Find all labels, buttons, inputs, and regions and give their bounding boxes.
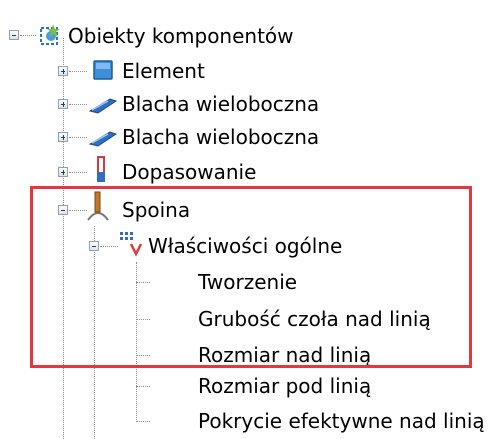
polygon-plate-icon bbox=[88, 131, 118, 147]
tree-item-label: Blacha wieloboczna bbox=[122, 92, 320, 116]
tree-connector bbox=[69, 71, 87, 72]
expand-toggle-fitting[interactable] bbox=[58, 167, 68, 177]
tree-connector bbox=[69, 172, 87, 173]
tree-connector bbox=[69, 104, 87, 105]
tree-connector bbox=[136, 421, 150, 422]
tree-connector bbox=[20, 35, 36, 36]
tree-connector bbox=[69, 137, 87, 138]
component-objects-icon bbox=[40, 24, 60, 45]
tree-item-polygon-plate[interactable]: Blacha wieloboczna bbox=[122, 92, 319, 116]
expand-toggle-element[interactable] bbox=[58, 66, 68, 76]
tree-item-label: Dopasowanie bbox=[122, 160, 257, 184]
expand-toggle-polygon-plate[interactable] bbox=[58, 99, 68, 109]
tree-item-element[interactable]: Element bbox=[122, 59, 205, 83]
tree-item-root[interactable]: Obiekty komponentów bbox=[68, 24, 294, 48]
property-rozmiar-pod-linia[interactable]: Rozmiar pod linią bbox=[198, 374, 371, 398]
tree-item-label: Element bbox=[122, 59, 205, 83]
fitting-icon bbox=[97, 156, 105, 182]
polygon-plate-icon bbox=[88, 98, 118, 114]
component-object-tree: Obiekty komponentów Element Blacha wielo… bbox=[0, 0, 500, 439]
tree-connector bbox=[136, 386, 150, 387]
collapse-toggle-root[interactable] bbox=[9, 30, 19, 40]
element-icon bbox=[93, 60, 113, 80]
highlight-frame bbox=[30, 186, 472, 368]
property-pokrycie-efektywne-nad-linia[interactable]: Pokrycie efektywne nad linią bbox=[198, 409, 485, 433]
tree-item-label: Obiekty komponentów bbox=[68, 24, 294, 48]
tree-item-fitting[interactable]: Dopasowanie bbox=[122, 160, 256, 184]
expand-toggle-polygon-plate[interactable] bbox=[58, 132, 68, 142]
property-label: Rozmiar pod linią bbox=[198, 374, 372, 398]
property-label: Pokrycie efektywne nad linią bbox=[198, 409, 485, 433]
tree-item-polygon-plate[interactable]: Blacha wieloboczna bbox=[122, 125, 319, 149]
tree-item-label: Blacha wieloboczna bbox=[122, 125, 320, 149]
